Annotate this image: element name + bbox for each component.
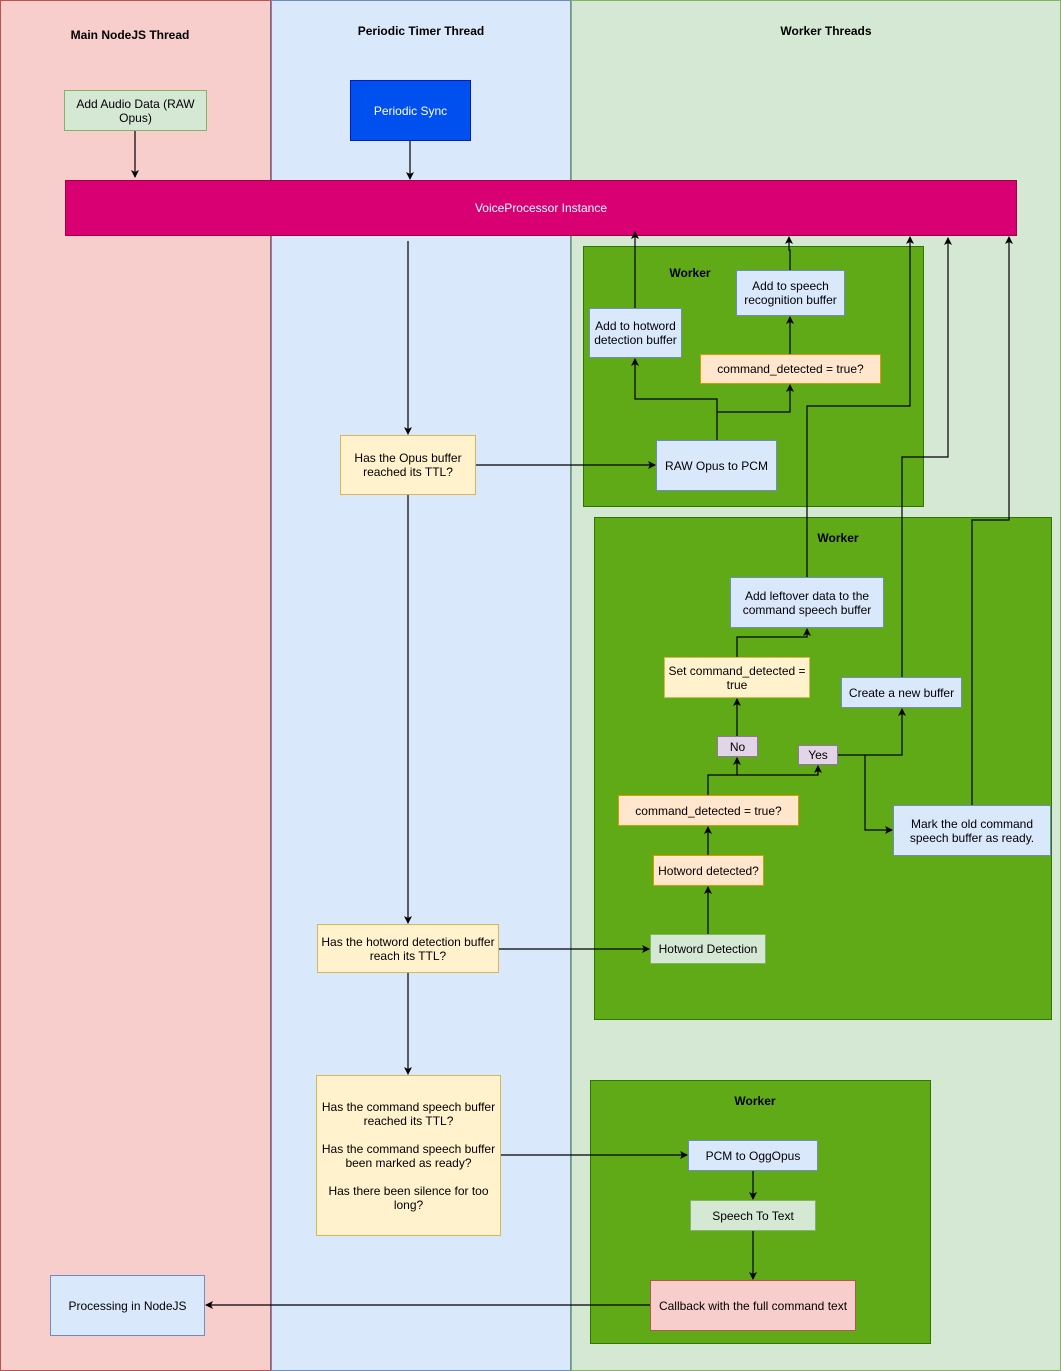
no-branch-label: No: [717, 736, 758, 757]
worker-2-title: Worker: [817, 531, 859, 545]
callback-full-command-node[interactable]: Callback with the full command text: [650, 1280, 856, 1331]
raw-opus-to-pcm-node[interactable]: RAW Opus to PCM: [656, 440, 777, 491]
mark-buffer-ready-node[interactable]: Mark the old command speech buffer as re…: [893, 805, 1051, 856]
set-command-detected-node[interactable]: Set command_detected = true: [664, 657, 810, 698]
yes-branch-label: Yes: [798, 745, 838, 765]
hotword-detected-check-node[interactable]: Hotword detected?: [653, 855, 764, 886]
worker2-command-detected-check-node[interactable]: command_detected = true?: [618, 795, 799, 826]
hotword-detection-node[interactable]: Hotword Detection: [650, 934, 766, 964]
worker1-command-detected-check-node[interactable]: command_detected = true?: [700, 354, 881, 384]
command-buffer-checks-node[interactable]: Has the command speech buffer reached it…: [316, 1075, 501, 1236]
worker-1-title: Worker: [669, 266, 711, 280]
lane-title-workers: Worker Threads: [780, 24, 872, 38]
add-audio-data-node[interactable]: Add Audio Data (RAW Opus): [64, 90, 207, 131]
lane-title-main: Main NodeJS Thread: [70, 28, 190, 42]
create-new-buffer-node[interactable]: Create a new buffer: [841, 677, 962, 708]
voice-processor-instance-node[interactable]: VoiceProcessor Instance: [65, 180, 1017, 236]
speech-to-text-node[interactable]: Speech To Text: [690, 1200, 816, 1231]
periodic-sync-node[interactable]: Periodic Sync: [350, 80, 471, 141]
opus-buffer-ttl-node[interactable]: Has the Opus buffer reached its TTL?: [340, 435, 476, 495]
hotword-buffer-ttl-node[interactable]: Has the hotword detection buffer reach i…: [317, 924, 499, 973]
worker-3-title: Worker: [734, 1094, 776, 1108]
add-to-speech-buffer-node[interactable]: Add to speech recognition buffer: [736, 270, 845, 316]
add-leftover-data-node[interactable]: Add leftover data to the command speech …: [730, 577, 884, 628]
processing-in-nodejs-node[interactable]: Processing in NodeJS: [50, 1275, 205, 1336]
lane-title-timer: Periodic Timer Thread: [357, 24, 485, 38]
pcm-to-oggopus-node[interactable]: PCM to OggOpus: [688, 1140, 818, 1171]
add-to-hotword-buffer-node[interactable]: Add to hotword detection buffer: [589, 308, 682, 358]
